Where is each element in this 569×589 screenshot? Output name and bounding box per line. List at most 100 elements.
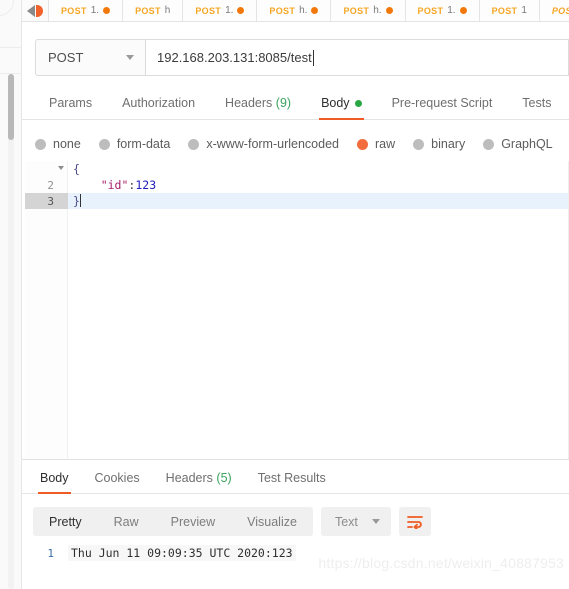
request-tab-method: POST <box>195 5 222 16</box>
request-body-editor[interactable]: {2 "id":123 3} <box>25 161 569 459</box>
request-tab[interactable]: POST h <box>123 0 184 21</box>
sidebar-corner-decoration <box>0 0 14 16</box>
tab-params[interactable]: Params <box>34 96 107 119</box>
code-token: { <box>73 162 80 176</box>
request-tab[interactable]: POST 1. <box>49 0 124 21</box>
tab-headers[interactable]: Headers (9) <box>210 96 306 119</box>
response-section-tabs: Body Cookies Headers (5) Test Results <box>22 463 569 494</box>
code-token: } <box>73 194 80 208</box>
response-tab-label: Body <box>40 471 69 485</box>
tab-tests[interactable]: Tests <box>507 96 566 119</box>
request-url-value: 192.168.203.131:8085/test <box>157 50 312 65</box>
request-tab-method: POST <box>343 5 370 16</box>
radio-icon <box>188 138 200 150</box>
editor-line-number <box>25 161 68 177</box>
body-type-binary[interactable]: binary <box>413 137 465 151</box>
body-type-label: binary <box>431 137 466 151</box>
response-format-label: Text <box>334 514 358 529</box>
radio-icon <box>35 138 46 150</box>
body-type-x-www-form-urlencoded[interactable]: x-www-form-urlencoded <box>188 137 339 151</box>
http-method-select[interactable]: POST <box>35 39 145 76</box>
response-view-preview[interactable]: Preview <box>155 507 231 536</box>
tab-count-badge: (9) <box>275 96 292 110</box>
request-tab[interactable]: POST <box>539 0 569 21</box>
response-view-visualize[interactable]: Visualize <box>231 507 313 536</box>
request-tab[interactable]: POST 1 <box>479 0 540 21</box>
body-type-form-data[interactable]: form-data <box>98 137 171 151</box>
response-divider <box>22 459 569 460</box>
request-tab-name: 1. <box>447 5 456 16</box>
arrow-left-icon[interactable] <box>27 4 35 17</box>
request-tab-method: POST <box>417 5 444 16</box>
response-body-viewer: 1 Thu Jun 11 09:09:35 UTC 2020:123 <box>25 545 569 589</box>
body-type-none[interactable]: none <box>35 137 81 151</box>
request-tab-name: 1 <box>521 5 527 16</box>
radio-icon <box>98 138 110 150</box>
code-token: 123 <box>135 178 157 192</box>
editor-line[interactable]: 3} <box>25 193 568 209</box>
body-present-dot-icon <box>354 100 362 108</box>
body-type-label: x-www-form-urlencoded <box>206 137 339 151</box>
request-tab-method: POST <box>61 5 87 16</box>
response-view-switcher: Pretty Raw Preview Visualize <box>33 507 313 536</box>
tab-label: Body <box>321 96 350 110</box>
response-format-select[interactable]: Text <box>320 507 391 536</box>
response-tab-label: Test Results <box>257 471 326 485</box>
postman-window: POST 1. POST h POST 1. POST h. POST h. POST 1. POST 1… <box>0 0 569 589</box>
response-line-number: 1 <box>47 546 54 560</box>
request-tab-method: POST <box>269 5 296 16</box>
request-tab[interactable]: POST 1. <box>405 0 480 21</box>
response-toolbar: Pretty Raw Preview Visualize Text <box>33 507 431 536</box>
request-section-tabs: Params Authorization Headers (9) Body Pre-re… <box>22 88 569 120</box>
sidebar-edge <box>0 0 22 589</box>
tab-label: Headers <box>225 96 273 110</box>
request-tab-name: 1. <box>90 5 100 16</box>
body-type-graphql[interactable]: GraphQL <box>483 137 553 151</box>
response-tab-label: Cookies <box>94 471 140 485</box>
orange-marker-icon <box>36 4 43 17</box>
body-type-label: GraphQL <box>501 137 553 151</box>
request-tab-method: POST <box>491 5 518 16</box>
request-tab-name: h. <box>373 5 382 16</box>
editor-line-text: "id":123 <box>73 178 156 192</box>
response-view-raw[interactable]: Raw <box>98 507 155 536</box>
response-tab-cookies[interactable]: Cookies <box>82 471 153 493</box>
body-type-label: form-data <box>116 137 171 151</box>
editor-line[interactable]: 2 "id":123 <box>25 177 568 193</box>
sidebar-scrollbar-thumb[interactable] <box>8 74 14 140</box>
request-tab[interactable]: POST 1. <box>183 0 258 21</box>
word-wrap-button[interactable] <box>398 507 431 536</box>
request-tab-name: h <box>164 5 171 16</box>
tab-pre-request-script[interactable]: Pre-request Script <box>377 96 508 119</box>
editor-line-text: } <box>73 194 81 208</box>
request-tab-strip: POST 1. POST h POST 1. POST h. POST h. POST 1. POST 1… <box>22 0 569 22</box>
sidebar-scrollbar-track[interactable] <box>8 74 14 589</box>
response-view-pretty[interactable]: Pretty <box>33 507 98 536</box>
http-method-label: POST <box>48 50 84 65</box>
fold-triangle-icon[interactable] <box>58 166 64 170</box>
body-type-raw[interactable]: raw <box>357 137 395 151</box>
chevron-down-icon <box>371 519 380 524</box>
response-tab-test-results[interactable]: Test Results <box>245 471 339 493</box>
response-tab-headers[interactable]: Headers (5) <box>153 471 245 493</box>
request-url-bar: POST 192.168.203.131:8085/test <box>35 39 569 76</box>
tab-authorization[interactable]: Authorization <box>107 96 210 119</box>
request-url-input[interactable]: 192.168.203.131:8085/test <box>145 39 569 76</box>
code-token: "id" <box>100 178 129 192</box>
request-tab[interactable]: POST h. <box>331 0 406 21</box>
request-tab[interactable]: POST h. <box>257 0 332 21</box>
radio-icon <box>413 138 425 150</box>
sidebar-divider <box>0 47 22 48</box>
request-tab-name: h. <box>299 5 308 16</box>
editor-line[interactable]: { <box>25 161 568 177</box>
editor-line-number: 3 <box>25 193 68 209</box>
editor-line-text: { <box>73 162 80 176</box>
unsaved-dot-icon <box>237 7 245 14</box>
unsaved-dot-icon <box>103 7 111 14</box>
text-cursor <box>79 194 81 207</box>
tab-strip-nav[interactable] <box>22 0 49 21</box>
tab-body[interactable]: Body <box>306 96 377 120</box>
response-tab-body[interactable]: Body <box>27 471 82 494</box>
radio-icon <box>357 138 368 150</box>
response-tab-label: Headers <box>165 471 213 485</box>
